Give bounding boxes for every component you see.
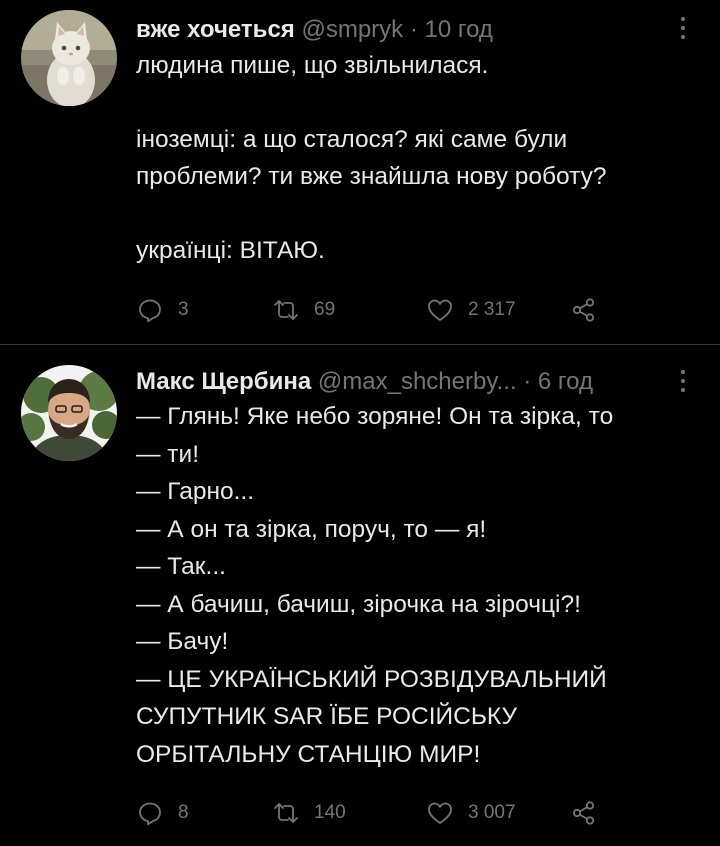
reply-icon	[139, 802, 161, 826]
tweet-text-line: — ти!	[136, 440, 200, 468]
tweet-text-line: — Бачу!	[136, 628, 229, 655]
heart-icon	[428, 802, 452, 824]
retweet-icon	[274, 300, 298, 320]
tweet-actions: 8 140 3 007	[136, 797, 690, 829]
tweet-text-line: СУПУТНИК SAR ЇБЕ РОСІЙСЬКУ	[136, 703, 518, 730]
retweet-count: 140	[314, 802, 346, 823]
timestamp[interactable]: 6 год	[538, 368, 593, 395]
more-vertical-icon[interactable]	[668, 363, 698, 399]
tweet-header: Макс Щербина @max_shcherby... · 6 год	[136, 366, 672, 398]
retweet-icon	[274, 803, 298, 823]
reply-count: 3	[178, 299, 189, 320]
reply-count: 8	[178, 802, 189, 823]
tweet-text-line: — Так...	[136, 553, 226, 580]
reply-button[interactable]: 3	[136, 294, 189, 326]
tweet-actions: 3 69 2 317	[136, 294, 690, 326]
tweet-text-line: — А бачиш, бачиш, зірочка на зірочці?!	[136, 590, 581, 618]
timestamp[interactable]: 10 год	[425, 16, 493, 43]
reply-icon	[139, 299, 161, 323]
tweet-text-line	[136, 195, 690, 232]
separator-dot: ·	[409, 16, 418, 43]
retweet-button[interactable]: 69	[272, 294, 335, 326]
share-icon	[572, 801, 595, 825]
tweet-text-line: ОРБІТАЛЬНУ СТАНЦІЮ МИР!	[136, 740, 481, 768]
separator-dot: ·	[523, 368, 532, 395]
share-icon	[572, 298, 595, 322]
like-button[interactable]: 3 007	[426, 797, 516, 829]
user-handle[interactable]: @smpryk	[301, 16, 403, 43]
tweet-text-line: — ЦЕ УКРАЇНСЬКИЙ РОЗВІДУВАЛЬНИЙ	[136, 665, 607, 693]
display-name[interactable]: вже хочеться	[136, 16, 295, 43]
share-button[interactable]	[570, 797, 598, 829]
like-count: 2 317	[468, 299, 516, 320]
tweet[interactable]: Макс Щербина @max_shcherby... · 6 год — …	[0, 345, 720, 846]
display-name[interactable]: Макс Щербина	[136, 368, 311, 395]
tweet-text: людина пише, що звільнилася. іноземці: а…	[136, 47, 690, 269]
retweet-count: 69	[314, 299, 336, 320]
like-button[interactable]: 2 317	[426, 294, 516, 326]
tweet-text-line: — Глянь! Яке небо зоряне! Он та зірка, т…	[136, 403, 614, 430]
tweet-text-line: — Гарно...	[136, 478, 255, 505]
avatar[interactable]	[21, 10, 117, 106]
heart-icon	[428, 299, 452, 321]
tweet-text-line	[136, 84, 690, 121]
share-button[interactable]	[570, 294, 598, 326]
tweet-text-line: — А он та зірка, поруч, то — я!	[136, 515, 487, 543]
tweet-text-line: людина пише, що звільнилася.	[136, 52, 489, 79]
like-count: 3 007	[468, 802, 516, 823]
cat-avatar-image	[21, 10, 117, 106]
tweet-text-line: українці: ВІТАЮ.	[136, 237, 325, 264]
retweet-button[interactable]: 140	[272, 797, 346, 829]
tweet-text-line: проблеми? ти вже знайшла нову роботу?	[136, 163, 607, 190]
tweet[interactable]: вже хочеться @smpryk · 10 год людина пиш…	[0, 0, 720, 344]
profile-photo-image	[21, 365, 117, 461]
more-vertical-icon[interactable]	[668, 10, 698, 46]
tweet-header: вже хочеться @smpryk · 10 год	[136, 14, 672, 46]
tweet-text-line: іноземці: а що сталося? які саме були	[136, 126, 568, 153]
tweet-text: — Глянь! Яке небо зоряне! Он та зірка, т…	[136, 398, 690, 773]
avatar[interactable]	[21, 365, 117, 461]
user-handle[interactable]: @max_shcherby...	[318, 368, 517, 395]
reply-button[interactable]: 8	[136, 797, 189, 829]
